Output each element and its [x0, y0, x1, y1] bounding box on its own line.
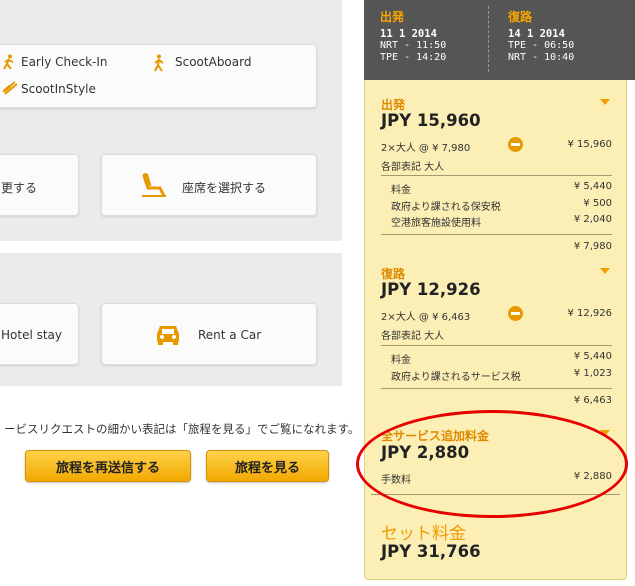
outbound-arr: TPE - 14:20 — [380, 52, 447, 63]
inbound-remove-icon[interactable] — [508, 306, 523, 321]
inbound-header: 復路 14 1 2014 TPE - 06:50 NRT - 10:40 — [508, 8, 574, 64]
extras-fee-label: 手数料 — [381, 475, 411, 486]
outbound-line-value: ¥ 500 — [583, 198, 612, 209]
divider — [381, 234, 612, 235]
divider — [381, 388, 612, 389]
outbound-line-value: ¥ 5,440 — [573, 181, 612, 192]
flight-summary-header: 出発 11 1 2014 NRT - 11:50 TPE - 14:20 復路 … — [364, 0, 635, 80]
inbound-line-value: ¥ 5,440 — [573, 351, 612, 362]
outbound-header: 出発 11 1 2014 NRT - 11:50 TPE - 14:20 — [380, 8, 446, 64]
early-checkin-label[interactable]: Early Check-In — [21, 55, 108, 69]
inbound-subtotal: ¥ 6,463 — [573, 395, 612, 406]
itinerary-note: ービスリクエストの細かい表記は「旅程を見る」でご覧になれます。 — [4, 422, 360, 436]
inbound-chevron-down-icon[interactable] — [600, 268, 610, 274]
divider — [381, 345, 612, 346]
extras-total: JPY 2,880 — [381, 443, 470, 462]
extras-chevron-down-icon[interactable] — [600, 430, 610, 436]
scootinstyle-icon — [2, 81, 18, 95]
divider — [371, 494, 620, 495]
outbound-line-label: 政府より課される保安税 — [391, 202, 501, 213]
extras-label: 全サービス追加料金 — [381, 429, 490, 443]
view-itinerary-button[interactable]: 旅程を見る — [206, 450, 329, 482]
outbound-line-label: 料金 — [391, 185, 411, 196]
outbound-header-label: 出発 — [380, 10, 405, 24]
select-seat-card[interactable]: 座席を選択する — [101, 154, 317, 216]
outbound-total: JPY 15,960 — [381, 111, 481, 130]
outbound-per-label: 各部表記 大人 — [381, 162, 445, 173]
outbound-date: 11 1 2014 — [380, 28, 437, 40]
select-seat-label: 座席を選択する — [182, 181, 267, 195]
scootinstyle-label[interactable]: ScootInStyle — [21, 82, 96, 96]
inbound-per-label: 各部表記 大人 — [381, 331, 445, 342]
price-summary: 出発 JPY 15,960 2×大人 @ ¥ 7,980 ¥ 15,960 各部… — [364, 80, 627, 580]
extras-fee-value: ¥ 2,880 — [573, 471, 612, 482]
resend-itinerary-button[interactable]: 旅程を再送信する — [25, 450, 191, 482]
inbound-header-label: 復路 — [508, 10, 533, 24]
inbound-arr: NRT - 10:40 — [508, 52, 575, 63]
inbound-line-label: 料金 — [391, 355, 411, 366]
inbound-dep: TPE - 06:50 — [508, 40, 575, 51]
grand-total-label: セット料金 — [381, 524, 466, 544]
change-label: 更する — [1, 181, 38, 195]
scootaboard-label[interactable]: ScootAboard — [175, 55, 251, 69]
change-button-card[interactable]: 更する — [0, 154, 79, 216]
rent-a-car-card[interactable]: Rent a Car — [101, 303, 317, 365]
seat-icon — [142, 173, 166, 197]
outbound-dep: NRT - 11:50 — [380, 40, 447, 51]
inbound-line-label: 政府より課されるサービス税 — [391, 372, 521, 383]
outbound-remove-icon[interactable] — [508, 137, 523, 152]
inbound-total: JPY 12,926 — [381, 280, 481, 299]
outbound-line-label: 空港旅客施設使用料 — [391, 218, 481, 229]
hotel-stay-label: Hotel stay — [1, 328, 63, 342]
outbound-line-value: ¥ 2,040 — [573, 214, 612, 225]
car-icon — [157, 326, 179, 345]
hotel-stay-card[interactable]: Hotel stay — [0, 303, 79, 365]
rent-a-car-label: Rent a Car — [198, 328, 262, 342]
inbound-pax: 2×大人 @ ¥ 6,463 — [381, 312, 471, 323]
inbound-date: 14 1 2014 — [508, 28, 565, 40]
outbound-pax: 2×大人 @ ¥ 7,980 — [381, 143, 471, 154]
outbound-pax-total: ¥ 15,960 — [567, 139, 612, 150]
outbound-chevron-down-icon[interactable] — [600, 99, 610, 105]
card-checkin-options: Early Check-In ScootAboard ScootInStyle — [0, 44, 317, 108]
divider — [381, 175, 612, 176]
header-divider — [488, 6, 489, 72]
outbound-subtotal: ¥ 7,980 — [573, 241, 612, 252]
inbound-line-value: ¥ 1,023 — [573, 368, 612, 379]
early-checkin-icon — [3, 54, 14, 70]
scootaboard-icon — [154, 54, 164, 72]
inbound-pax-total: ¥ 12,926 — [567, 308, 612, 319]
grand-total-value: JPY 31,766 — [381, 542, 481, 561]
